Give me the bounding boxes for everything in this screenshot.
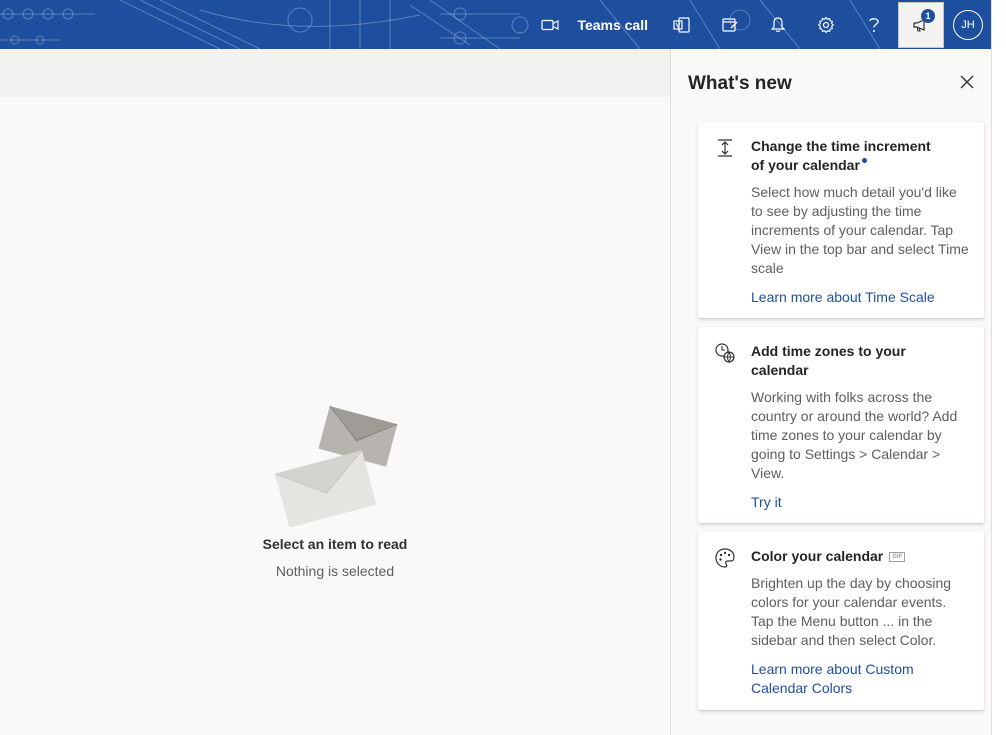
settings-button[interactable]: [802, 0, 850, 49]
gear-icon: [817, 16, 835, 33]
close-icon[interactable]: [959, 74, 975, 90]
empty-state-title: Select an item to read: [262, 536, 408, 552]
card-title-text: Color your calendar: [751, 548, 884, 564]
video-camera-icon: [541, 19, 560, 30]
help-button[interactable]: [850, 0, 898, 49]
card-body: Working with folks across the country or…: [751, 389, 958, 481]
top-bar: Teams call 1 JH: [0, 0, 991, 49]
learn-more-time-scale-link[interactable]: Learn more about Time Scale: [751, 288, 971, 307]
teams-call-button[interactable]: Teams call: [531, 0, 658, 49]
help-icon: [869, 17, 879, 32]
bell-icon: [770, 17, 786, 33]
card-title-line2: of your calendar: [751, 157, 860, 173]
office-apps-button[interactable]: [658, 0, 706, 49]
time-scale-icon: [718, 139, 732, 157]
card-title: Add time zones to your calendar: [751, 343, 906, 378]
whats-new-button[interactable]: 1: [898, 2, 944, 48]
office-icon: [673, 16, 690, 33]
whats-new-panel: What's new Change the time increment of …: [670, 49, 991, 735]
gif-badge: GIF: [889, 552, 906, 563]
card-title: Change the time increment of your calend…: [751, 137, 961, 175]
reading-pane-header: [0, 49, 670, 97]
card-body: Brighten up the day by choosing colors f…: [751, 575, 952, 648]
whats-new-card-time-zones: Add time zones to your calendar Working …: [698, 327, 984, 523]
card-body: Select how much detail you'd like to see…: [751, 184, 969, 276]
card-title-line1: Change the time increment: [751, 138, 931, 154]
my-day-button[interactable]: [706, 0, 754, 49]
panel-title: What's new: [688, 73, 792, 94]
globe-clock-icon: [715, 343, 735, 363]
my-day-icon: [722, 17, 738, 32]
scrollbar-gutter[interactable]: [991, 0, 1006, 735]
notifications-button[interactable]: [754, 0, 802, 49]
try-it-link[interactable]: Try it: [751, 493, 971, 512]
notification-badge: 1: [921, 9, 935, 23]
whats-new-card-time-scale: Change the time increment of your calend…: [698, 122, 984, 318]
unread-dot: [861, 158, 867, 163]
envelopes-illustration: [274, 405, 398, 527]
teams-call-label: Teams call: [577, 16, 648, 33]
whats-new-card-color: Color your calendar GIF Brighten up the d…: [698, 532, 984, 710]
card-title: Color your calendar GIF: [751, 547, 961, 566]
empty-state-subtitle: Nothing is selected: [275, 563, 395, 579]
top-bar-actions: Teams call 1 JH: [531, 0, 991, 49]
palette-icon: [715, 548, 735, 568]
learn-more-colors-link[interactable]: Learn more about Custom Calendar Colors: [751, 660, 971, 698]
account-avatar[interactable]: JH: [953, 9, 983, 40]
